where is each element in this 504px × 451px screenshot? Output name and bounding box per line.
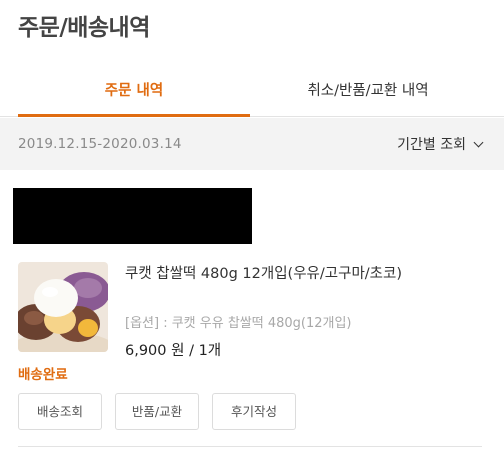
return-exchange-button[interactable]: 반품/교환 bbox=[115, 393, 199, 430]
page-title: 주문/배송내역 bbox=[18, 15, 150, 41]
delivery-status: 배송완료 bbox=[18, 367, 68, 383]
tab-bar: 주문 내역 취소/반품/교환 내역 bbox=[0, 68, 504, 117]
product-thumbnail[interactable] bbox=[18, 262, 108, 352]
period-filter-button[interactable]: 기간별 조회 bbox=[397, 134, 484, 154]
write-review-button[interactable]: 후기작성 bbox=[212, 393, 296, 430]
divider bbox=[18, 446, 482, 447]
product-name[interactable]: 쿠캣 찹쌀떡 480g 12개입(우유/고구마/초코) bbox=[125, 262, 402, 283]
track-delivery-button[interactable]: 배송조회 bbox=[18, 393, 102, 430]
chevron-down-icon bbox=[473, 137, 484, 148]
date-range: 2019.12.15-2020.03.14 bbox=[18, 136, 182, 152]
redacted-order-number bbox=[13, 188, 252, 244]
period-filter-label: 기간별 조회 bbox=[397, 137, 466, 153]
product-price: 6,900 원 / 1개 bbox=[125, 343, 222, 359]
tab-order-history[interactable]: 주문 내역 bbox=[18, 68, 250, 117]
tab-cancel-return-exchange[interactable]: 취소/반품/교환 내역 bbox=[250, 68, 486, 117]
filter-bar: 2019.12.15-2020.03.14 기간별 조회 bbox=[0, 118, 504, 170]
product-option: [옵션] : 쿠캣 우유 찹쌀떡 480g(12개입) bbox=[125, 316, 352, 331]
